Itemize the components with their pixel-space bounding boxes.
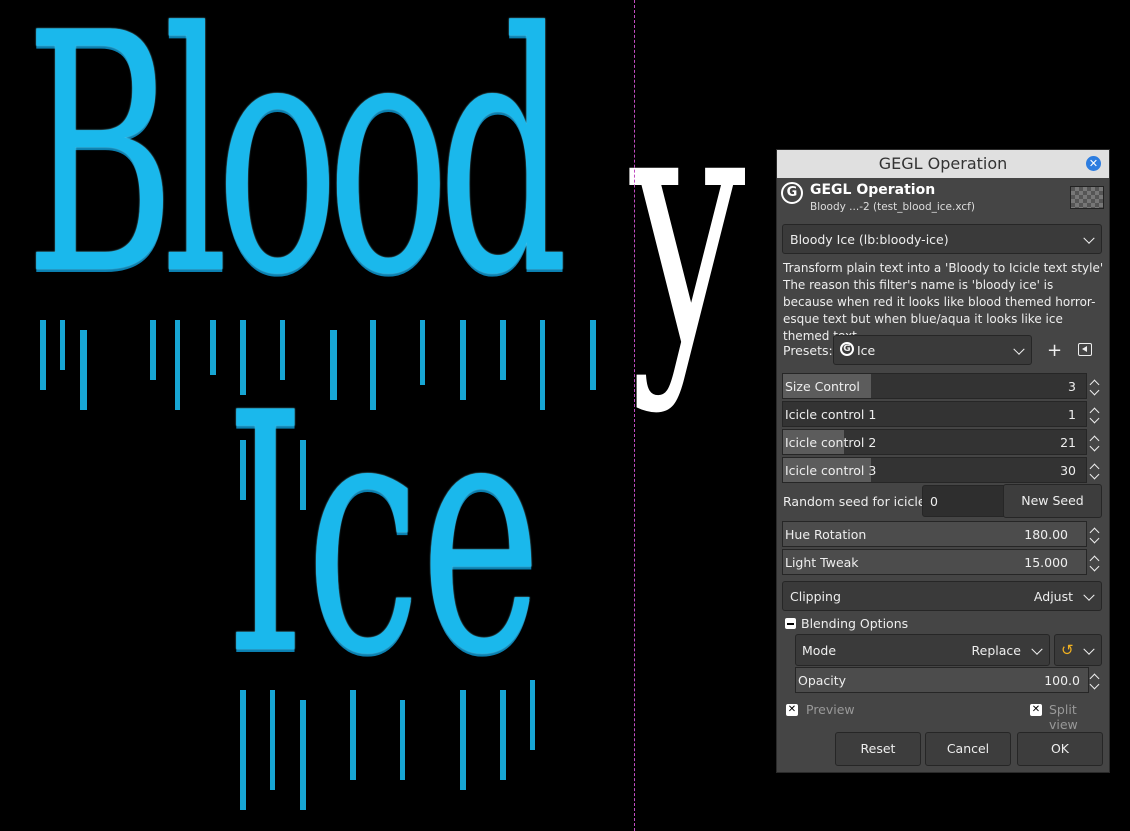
chevron-down-icon (1083, 232, 1095, 244)
down-icon[interactable] (1089, 413, 1100, 424)
slider-value: 1 (1068, 407, 1076, 422)
composite-mode-select[interactable]: ↺ (1054, 634, 1102, 666)
slider-label: Hue Rotation (785, 527, 867, 542)
dialog-header: G GEGL Operation Bloody ...-2 (test_bloo… (777, 178, 1109, 216)
down-icon[interactable] (1089, 441, 1100, 452)
slider-value: 3 (1068, 379, 1076, 394)
layer-thumbnail (1070, 186, 1104, 209)
seed-value: 0 (930, 494, 938, 509)
size-control-spinner[interactable] (1088, 373, 1102, 399)
down-icon[interactable] (1089, 469, 1100, 480)
light-tweak-spinner[interactable] (1088, 549, 1102, 575)
size-control-slider[interactable]: Size Control 3 (782, 373, 1087, 399)
slider-label: Opacity (798, 673, 847, 688)
slider-value: 30 (1060, 463, 1076, 478)
slider-value: 100.0 (1044, 673, 1080, 688)
icicle-drips (40, 320, 596, 810)
icicle-control-3-slider[interactable]: Icicle control 3 30 (782, 457, 1087, 483)
hue-rotation-spinner[interactable] (1088, 521, 1102, 547)
dialog-titlebar[interactable]: GEGL Operation ✕ (777, 150, 1109, 178)
mode-label: Mode (802, 643, 837, 658)
gegl-logo-icon: G (781, 182, 803, 204)
clipping-select[interactable]: Clipping Adjust (782, 581, 1102, 611)
unfiltered-letter-y: y (630, 33, 746, 417)
preview-checkbox[interactable]: ✕ (786, 704, 798, 716)
down-icon[interactable] (1089, 533, 1100, 544)
mode-value: Replace (971, 643, 1021, 658)
dialog-title: GEGL Operation (878, 154, 1008, 173)
preset-icon: G (840, 342, 854, 356)
header-title: GEGL Operation (810, 182, 936, 198)
slider-value: 180.00 (1024, 527, 1068, 542)
chevron-down-icon (1083, 589, 1095, 601)
slider-label: Size Control (785, 379, 860, 394)
add-preset-icon[interactable]: + (1047, 340, 1062, 361)
slider-label: Icicle control 2 (785, 435, 877, 450)
reset-button[interactable]: Reset (835, 732, 921, 766)
presets-label: Presets: (783, 343, 833, 358)
light-tweak-slider[interactable]: Light Tweak 15.000 (782, 549, 1087, 575)
operation-select-value: Bloody Ice (lb:bloody-ice) (790, 232, 949, 247)
mode-select[interactable]: Mode Replace (795, 634, 1050, 666)
chevron-down-icon (1031, 643, 1043, 655)
preset-menu-icon[interactable] (1078, 343, 1092, 356)
blending-options-label: Blending Options (801, 616, 909, 631)
close-icon[interactable]: ✕ (1086, 156, 1101, 171)
presets-select[interactable]: G Ice (833, 335, 1032, 365)
icicle-control-1-slider[interactable]: Icicle control 1 1 (782, 401, 1087, 427)
slider-label: Icicle control 1 (785, 407, 877, 422)
hue-rotation-slider[interactable]: Hue Rotation 180.00 (782, 521, 1087, 547)
down-icon[interactable] (1089, 385, 1100, 396)
slider-value: 15.000 (1024, 555, 1068, 570)
operation-select[interactable]: Bloody Ice (lb:bloody-ice) (782, 224, 1102, 254)
collapse-icon[interactable] (785, 618, 796, 629)
cancel-button[interactable]: Cancel (925, 732, 1011, 766)
icicle-control-3-spinner[interactable] (1088, 457, 1102, 483)
icicle-control-2-slider[interactable]: Icicle control 2 21 (782, 429, 1087, 455)
preview-label: Preview (806, 702, 855, 717)
clipping-value: Adjust (1033, 589, 1073, 604)
header-subtitle: Bloody ...-2 (test_blood_ice.xcf) (810, 201, 975, 213)
preset-value: Ice (857, 343, 876, 358)
seed-label: Random seed for icicles (783, 494, 933, 509)
operation-description: Transform plain text into a 'Bloody to I… (783, 261, 1104, 343)
new-seed-button[interactable]: New Seed (1003, 484, 1102, 518)
slider-value: 21 (1060, 435, 1076, 450)
down-icon[interactable] (1089, 561, 1100, 572)
clipping-label: Clipping (790, 589, 841, 604)
split-view-checkbox[interactable]: ✕ (1030, 704, 1042, 716)
icicle-control-1-spinner[interactable] (1088, 401, 1102, 427)
slider-label: Light Tweak (785, 555, 859, 570)
filtered-preview-region: Blood Ice (0, 0, 634, 831)
chevron-down-icon (1083, 643, 1095, 655)
ok-button[interactable]: OK (1017, 732, 1103, 766)
seed-input[interactable]: 0 (922, 485, 1010, 517)
opacity-slider[interactable]: Opacity 100.0 (795, 667, 1089, 693)
reset-arrow-icon: ↺ (1061, 641, 1074, 659)
chevron-down-icon (1013, 343, 1025, 355)
slider-label: Icicle control 3 (785, 463, 877, 478)
gegl-operation-dialog: GEGL Operation ✕ G GEGL Operation Bloody… (776, 149, 1110, 773)
icicle-control-2-spinner[interactable] (1088, 429, 1102, 455)
split-view-label: Split view (1049, 702, 1078, 732)
down-icon[interactable] (1089, 679, 1100, 690)
opacity-spinner[interactable] (1088, 667, 1102, 693)
split-view-guide[interactable] (634, 0, 635, 831)
